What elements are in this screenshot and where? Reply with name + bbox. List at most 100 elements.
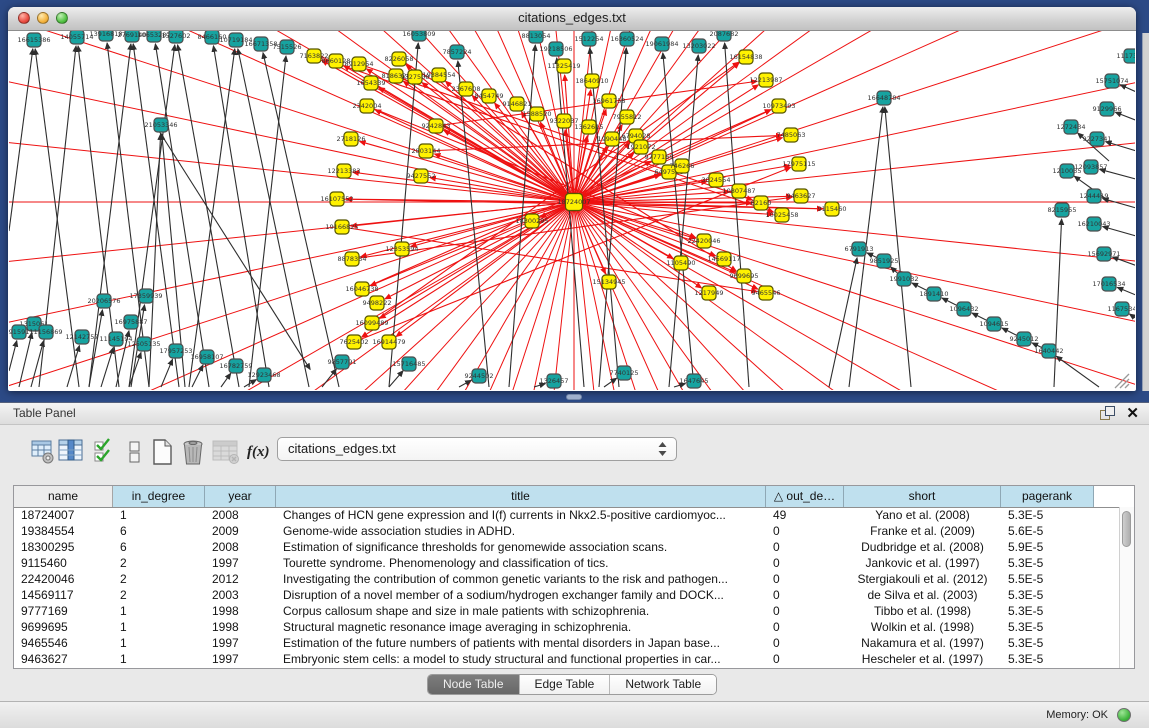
table-cell[interactable]: 6 [113,523,205,539]
table-cell[interactable]: Changes of HCN gene expression and I(f) … [276,507,766,523]
table-cell[interactable]: 2 [113,587,205,603]
table-cell[interactable]: Tourette syndrome. Phenomenology and cla… [276,555,766,571]
graph-node[interactable]: 16975887 [114,315,147,329]
graph-node[interactable]: 9244502 [465,369,494,383]
graph-node[interactable]: 2087682 [710,31,739,41]
graph-node[interactable]: 9699695 [730,269,759,283]
table-cell[interactable]: 1 [113,619,205,635]
tab-network-table[interactable]: Network Table [610,675,716,694]
table-cell[interactable]: Estimation of the future numbers of pati… [276,635,766,651]
graph-node[interactable]: 16107552 [320,192,353,206]
graph-node[interactable]: 7955812 [613,110,642,124]
table-cell[interactable]: 2009 [205,523,276,539]
graph-node[interactable]: 16099489 [355,316,388,330]
table-cell[interactable]: 18300295 [14,539,113,555]
table-row[interactable]: 969969511998Structural magnetic resonanc… [14,619,1120,635]
graph-node[interactable]: 1921072 [627,140,656,154]
table-cell[interactable]: 2 [113,555,205,571]
close-panel-icon[interactable]: ✕ [1126,404,1139,423]
table-cell[interactable]: 1998 [205,603,276,619]
graph-node[interactable]: 62160 [751,196,772,210]
graph-node[interactable]: 9465546 [752,286,781,300]
table-cell[interactable]: 0 [766,619,844,635]
table-row[interactable]: 1938455462009Genome-wide association stu… [14,523,1120,539]
table-cell[interactable]: 1 [113,507,205,523]
table-cell[interactable]: 5.3E-5 [1001,507,1094,523]
graph-node[interactable]: 8226058 [385,52,414,66]
table-cell[interactable]: 5.3E-5 [1001,619,1094,635]
row-options-icon[interactable] [123,438,149,466]
graph-node[interactable]: 8454749 [475,89,504,103]
table-cell[interactable]: Investigating the contribution of common… [276,571,766,587]
graph-node[interactable]: 1167534 [1108,302,1135,316]
column-header-0[interactable]: name [14,486,113,507]
table-cell[interactable]: 9465546 [14,635,113,651]
table-cell[interactable]: 5.6E-5 [1001,523,1094,539]
graph-node[interactable]: 21053346 [144,118,177,132]
graph-node[interactable]: 7857224 [443,45,472,59]
scrollbar-thumb[interactable] [1122,511,1131,547]
graph-node[interactable]: 3024554 [702,173,731,187]
memory-status-indicator[interactable] [1117,708,1131,722]
table-cell[interactable]: 9115460 [14,555,113,571]
window-resize-grip[interactable] [1125,384,1129,388]
table-cell[interactable]: Franke et al. (2009) [844,523,1001,539]
graph-node[interactable]: 9857791 [328,355,357,369]
graph-node[interactable]: 1272434 [1057,120,1086,134]
graph-node[interactable]: 22420046 [687,234,720,248]
close-window-button[interactable] [18,12,30,24]
table-cell[interactable]: 2008 [205,539,276,555]
column-header-2[interactable]: year [205,486,276,507]
panel-splitter-handle[interactable] [566,394,582,400]
graph-node[interactable]: 16615386 [17,33,50,47]
table-vertical-scrollbar[interactable] [1119,507,1134,668]
graph-node[interactable]: 7515526 [273,40,302,54]
minimize-window-button[interactable] [37,12,49,24]
table-cell[interactable]: 1998 [205,619,276,635]
table-row[interactable]: 911546021997Tourette syndrome. Phenomeno… [14,555,1120,571]
graph-node[interactable]: 10025458 [765,208,798,222]
table-cell[interactable]: 1997 [205,651,276,667]
table-cell[interactable]: de Silva et al. (2003) [844,587,1001,603]
table-cell[interactable]: 0 [766,603,844,619]
graph-node[interactable]: 11325419 [547,59,580,73]
table-cell[interactable]: 6 [113,539,205,555]
graph-node[interactable]: 8813054 [522,31,551,43]
graph-node[interactable]: 1647645 [680,374,709,388]
table-cell[interactable]: 19384554 [14,523,113,539]
graph-node[interactable]: 11156869 [29,325,62,339]
float-panel-icon[interactable] [1100,406,1115,421]
graph-node[interactable]: 16648784 [867,91,900,105]
graph-node[interactable]: 1210035 [1053,164,1082,178]
table-cell[interactable]: Hescheler et al. (1997) [844,651,1001,667]
table-cell[interactable]: 2003 [205,587,276,603]
graph-node[interactable]: 9115460 [818,202,847,216]
table-cell[interactable]: Tibbo et al. (1998) [844,603,1001,619]
table-cell[interactable]: Nakamura et al. (1997) [844,635,1001,651]
tab-edge-table[interactable]: Edge Table [520,675,611,694]
graph-node[interactable]: 1117354 [1117,49,1135,63]
table-cell[interactable]: 2 [113,571,205,587]
graph-node[interactable]: 12923468 [247,368,280,382]
graph-node[interactable]: 7625402 [340,335,369,349]
network-view-window[interactable]: citations_edges.txt 16615386140557141391… [8,7,1136,391]
graph-node[interactable]: 9242843 [422,119,451,133]
graph-node[interactable]: 9227341 [1083,132,1112,146]
graph-node[interactable]: 9498222 [363,296,392,310]
graph-node[interactable]: 16360524 [610,32,643,46]
graph-node[interactable]: 1527602 [162,31,191,43]
column-header-1[interactable]: in_degree [113,486,205,507]
citation-graph[interactable]: 1661538614055714139168182769140106532871… [9,31,1135,390]
graph-node[interactable]: 7740125 [610,366,639,380]
table-cell[interactable]: Structural magnetic resonance image aver… [276,619,766,635]
table-cell[interactable]: 1997 [205,635,276,651]
table-cell[interactable]: Dudbridge et al. (2008) [844,539,1001,555]
graph-node[interactable]: 16210043 [1077,217,1110,231]
table-row[interactable]: 1456911722003Disruption of a novel membe… [14,587,1120,603]
graph-node[interactable]: 16046738 [345,282,378,296]
table-cell[interactable]: 5.3E-5 [1001,587,1094,603]
graph-node[interactable]: 1326457 [540,374,569,388]
table-row[interactable]: 1830029562008Estimation of significance … [14,539,1120,555]
table-cell[interactable]: 5.3E-5 [1001,635,1094,651]
delete-entries-icon[interactable] [180,438,206,466]
